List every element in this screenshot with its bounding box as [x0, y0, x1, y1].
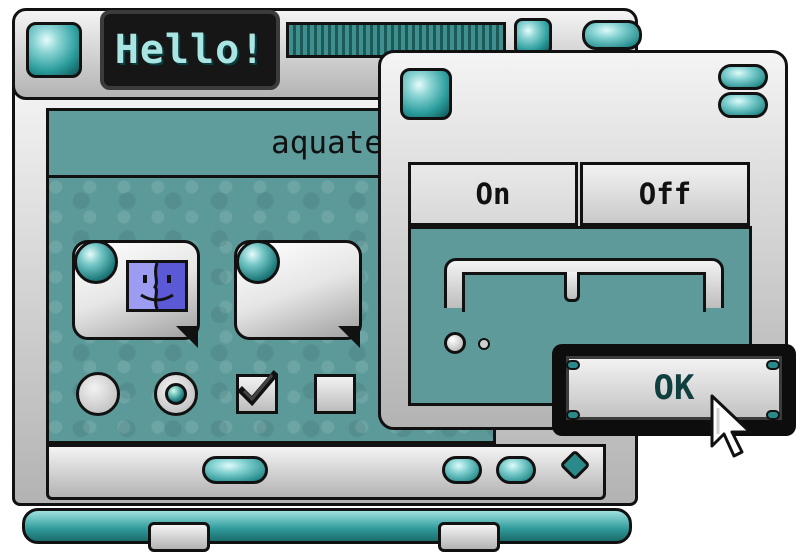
- bottom-pill-button[interactable]: [202, 456, 268, 484]
- rail-foot-left: [148, 522, 210, 552]
- ok-button-rivet-bl: [566, 410, 580, 420]
- radio-button-on[interactable]: [154, 372, 198, 416]
- dialog-collapse-top-icon[interactable]: [718, 64, 768, 90]
- bottom-pill-small-2[interactable]: [496, 456, 536, 484]
- ok-button-label: OK: [653, 368, 695, 408]
- segment-on[interactable]: On: [408, 162, 578, 226]
- indicator-dot-small-icon: [478, 338, 490, 350]
- bottom-rail: [22, 508, 632, 544]
- segment-off[interactable]: Off: [580, 162, 750, 226]
- window-title: Hello!: [100, 10, 280, 90]
- checkbox-unchecked[interactable]: [314, 374, 356, 414]
- blank-ball-icon: [236, 240, 280, 284]
- checkbox-checked[interactable]: [236, 370, 278, 414]
- finder-icon[interactable]: [126, 260, 188, 312]
- finder-face-icon: [129, 262, 174, 310]
- ok-button-rivet-tr: [766, 360, 780, 370]
- indicator-dot-large-icon: [444, 332, 466, 354]
- blank-bubble-tail: [338, 326, 360, 348]
- rail-foot-right: [438, 522, 500, 552]
- cursor-arrow-icon: [710, 394, 752, 458]
- ok-button-rivet-br: [766, 410, 780, 420]
- finder-ball-icon: [74, 240, 118, 284]
- collapse-box-icon[interactable]: [582, 20, 642, 50]
- bottom-pill-small-1[interactable]: [442, 456, 482, 484]
- slider-track-inner: [462, 272, 706, 312]
- ok-button-rivet-tl: [566, 360, 580, 370]
- slider-notch: [564, 272, 580, 302]
- checkmark-icon: [237, 370, 278, 407]
- dialog-close-box-icon[interactable]: [400, 68, 452, 120]
- radio-button-off[interactable]: [76, 372, 120, 416]
- close-box-icon[interactable]: [26, 22, 82, 78]
- finder-bubble-tail: [176, 326, 198, 348]
- radio-dot-icon: [165, 383, 187, 405]
- ok-button[interactable]: OK: [552, 344, 796, 436]
- dialog-collapse-bottom-icon[interactable]: [718, 92, 768, 118]
